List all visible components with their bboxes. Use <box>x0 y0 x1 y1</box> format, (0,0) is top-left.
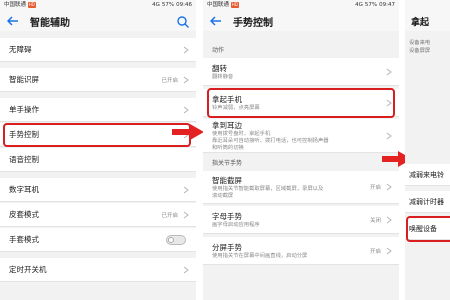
list-item-raise-to-ear[interactable]: 拿到耳边 使用拨号盘时，拿起手机 靠近耳朵可自动接听、拨打电话，也可控制扬声器 … <box>203 119 399 153</box>
list-item-gesture-control[interactable]: 手势控制 <box>0 123 196 147</box>
list-item-one-hand[interactable]: 单手操作 <box>0 98 196 122</box>
title-bar: 拿起 <box>405 11 450 31</box>
list-item-glove-mode: 手套模式 <box>0 228 196 252</box>
description-line: 设备屏屏 <box>409 48 431 54</box>
list-item-split-screen-gesture[interactable]: 分屏手势 使用指关节在屏幕中间画直线，启动分屏 开启 <box>203 237 399 265</box>
chevron-right-icon <box>386 68 392 75</box>
section-header-knuckle: 指关节手势 <box>203 155 399 168</box>
list-item-cover-mode[interactable]: 皮套模式 已开启 <box>0 203 196 227</box>
title-bar: 智能辅助 <box>0 11 196 31</box>
list-item-flip[interactable]: 翻转 翻转静音 <box>203 58 399 86</box>
chevron-right-icon <box>183 76 189 83</box>
list-item-wake-device[interactable]: 唤醒设备 <box>405 218 450 240</box>
page-title: 拿起 <box>411 17 430 28</box>
chevron-right-icon <box>386 99 392 106</box>
signal-label: 4G <box>152 2 160 8</box>
chevron-right-icon <box>183 106 189 113</box>
back-arrow-icon[interactable] <box>6 14 20 28</box>
list-item-voice-control[interactable]: 语音控制 <box>0 148 196 172</box>
chevron-right-icon <box>183 211 189 218</box>
step-arrow-icon <box>172 124 204 140</box>
description-line: 设备来电 <box>409 40 431 46</box>
list-item-smart-screenshot[interactable]: 智能截屏 使用指关节智能截取屏幕，区域截屏，录屏以及 滚动截屏 开启 <box>203 171 399 204</box>
list-item-accessibility[interactable]: 无障碍 <box>0 38 196 62</box>
status-bar: 中国联通 HD 4G 57% 09:47 <box>203 0 399 11</box>
search-icon[interactable] <box>176 14 190 28</box>
chevron-right-icon <box>386 247 392 254</box>
section-header-actions: 动作 <box>203 42 399 55</box>
list-item-digital-earphone[interactable]: 数字耳机 <box>0 178 196 202</box>
list-item-pick-up-phone[interactable]: 拿起手机 铃声减弱，点亮屏幕 <box>203 89 399 117</box>
page-title: 智能辅助 <box>30 17 70 29</box>
screen-pick-up-phone: 拿起 设备来电 设备屏屏 减弱来电铃 减弱计时器 唤醒设备 <box>405 0 450 300</box>
page-title: 手势控制 <box>233 17 273 29</box>
chevron-right-icon <box>183 46 189 53</box>
glove-mode-toggle[interactable] <box>166 234 186 245</box>
list-item-scheduled-power[interactable]: 定时开关机 <box>0 258 196 282</box>
chevron-right-icon <box>386 132 392 139</box>
title-bar: 手势控制 <box>203 11 399 31</box>
list-item-reduce-timer[interactable]: 减弱计时器 <box>405 191 450 213</box>
back-arrow-icon[interactable] <box>209 14 223 28</box>
list-item-screen-recognition[interactable]: 智能识屏 已开启 <box>0 68 196 92</box>
list-item-reduce-ringtone[interactable]: 减弱来电铃 <box>405 164 450 186</box>
battery-label: 57% <box>161 2 175 8</box>
carrier-label: 中国联通 HD <box>4 1 36 8</box>
status-bar: 中国联通 HD 4G 57% 09:46 <box>0 0 196 11</box>
chevron-right-icon <box>183 186 189 193</box>
chevron-right-icon <box>183 266 189 273</box>
list-item-letter-gesture[interactable]: 字母手势 画字母启动应用程序 关闭 <box>203 206 399 234</box>
screen-gesture-control: 中国联通 HD 4G 57% 09:47 手势控制 动作 翻转 翻转静音 拿起手… <box>203 0 399 300</box>
screen-smart-assist: 中国联通 HD 4G 57% 09:46 智能辅助 无障碍 智能识屏 已开启 单… <box>0 0 196 300</box>
chevron-right-icon <box>386 183 392 191</box>
chevron-right-icon <box>386 216 392 223</box>
status-bar <box>405 0 450 11</box>
time-label: 09:46 <box>176 2 192 8</box>
